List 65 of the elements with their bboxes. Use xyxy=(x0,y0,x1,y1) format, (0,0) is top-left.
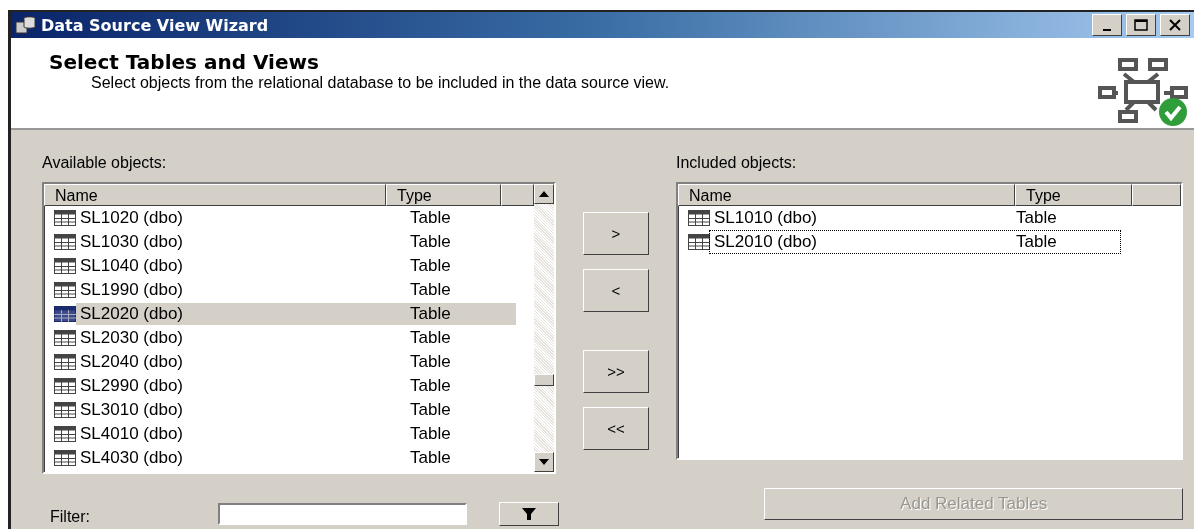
table-icon xyxy=(54,209,76,226)
included-objects-label: Included objects: xyxy=(676,153,798,172)
funnel-icon xyxy=(521,506,537,521)
table-icon xyxy=(54,401,76,418)
table-icon xyxy=(54,257,76,274)
list-item[interactable]: SL1030 (dbo) xyxy=(76,230,396,253)
down-arrow-icon[interactable] xyxy=(539,458,549,465)
list-item[interactable]: SL2030 (dbo) xyxy=(76,326,396,349)
list-item[interactable]: SL1040 (dbo) xyxy=(76,254,396,277)
table-cell-text: Table xyxy=(409,398,452,421)
up-arrow-icon[interactable] xyxy=(539,190,549,197)
table-icon xyxy=(54,353,76,370)
column-header[interactable]: Name xyxy=(678,183,1015,206)
list-item[interactable]: SL2010 (dbo) Table xyxy=(710,230,1120,253)
close-button[interactable] xyxy=(1160,14,1190,36)
column-header[interactable]: Type xyxy=(1015,183,1132,206)
table-cell-text: Table xyxy=(409,326,452,349)
minimize-button[interactable] xyxy=(1092,14,1122,36)
table-cell-text: Table xyxy=(409,422,452,445)
table-icon xyxy=(54,281,76,298)
table-cell-text: Table xyxy=(409,254,452,277)
filter-label: Filter: xyxy=(50,507,90,526)
table-icon xyxy=(688,233,710,250)
table-icon xyxy=(54,233,76,250)
column-header[interactable]: Name xyxy=(44,183,386,206)
list-item[interactable]: SL2040 (dbo) xyxy=(76,350,396,373)
list-item[interactable]: SL2990 (dbo) xyxy=(76,374,396,397)
move-button[interactable]: << xyxy=(583,406,649,450)
table-icon xyxy=(54,425,76,442)
filter-field[interactable] xyxy=(218,502,467,525)
table-icon xyxy=(688,209,710,226)
move-button[interactable]: > xyxy=(583,211,649,255)
move-button[interactable]: >> xyxy=(583,349,649,393)
table-icon xyxy=(54,305,76,322)
table-cell-text: Table xyxy=(409,374,452,397)
list-item[interactable]: SL4030 (dbo) xyxy=(76,446,396,469)
filter-button[interactable] xyxy=(499,501,559,526)
minimize-icon xyxy=(1103,29,1111,31)
table-cell-text: Table xyxy=(409,206,452,229)
table-icon xyxy=(54,449,76,466)
window-title: Data Source View Wizard xyxy=(41,15,270,35)
maximize-button[interactable] xyxy=(1126,14,1156,36)
close-icon xyxy=(1169,19,1181,31)
table-cell-text: Table xyxy=(409,350,452,373)
scrollbar[interactable] xyxy=(534,183,554,472)
database-icon xyxy=(15,15,37,35)
table-icon xyxy=(54,377,76,394)
scrollbar-thumb[interactable] xyxy=(534,373,554,386)
table-cell-text: Table xyxy=(409,278,452,301)
list-item[interactable]: SL1020 (dbo) xyxy=(76,206,396,229)
page-title: Select Tables and Views xyxy=(49,50,320,74)
table-icon xyxy=(54,329,76,346)
table-cell: Table xyxy=(396,302,516,325)
list-item[interactable]: SL1010 (dbo) Table xyxy=(710,206,1120,229)
move-button[interactable]: < xyxy=(583,268,649,312)
available-objects-label: Available objects: xyxy=(42,153,168,172)
page-description: Select objects from the relational database to be included in the data source view. xyxy=(91,74,671,92)
list-item[interactable]: SL2020 (dbo) xyxy=(76,302,396,325)
list-item[interactable]: SL1990 (dbo) xyxy=(76,278,396,301)
table-cell-text: Table xyxy=(409,446,452,469)
table-cell-text: Table xyxy=(409,230,452,253)
column-header[interactable]: Type xyxy=(386,183,501,206)
list-item[interactable]: SL4010 (dbo) xyxy=(76,422,396,445)
list-item[interactable]: SL3010 (dbo) xyxy=(76,398,396,421)
maximize-icon xyxy=(1134,19,1148,31)
